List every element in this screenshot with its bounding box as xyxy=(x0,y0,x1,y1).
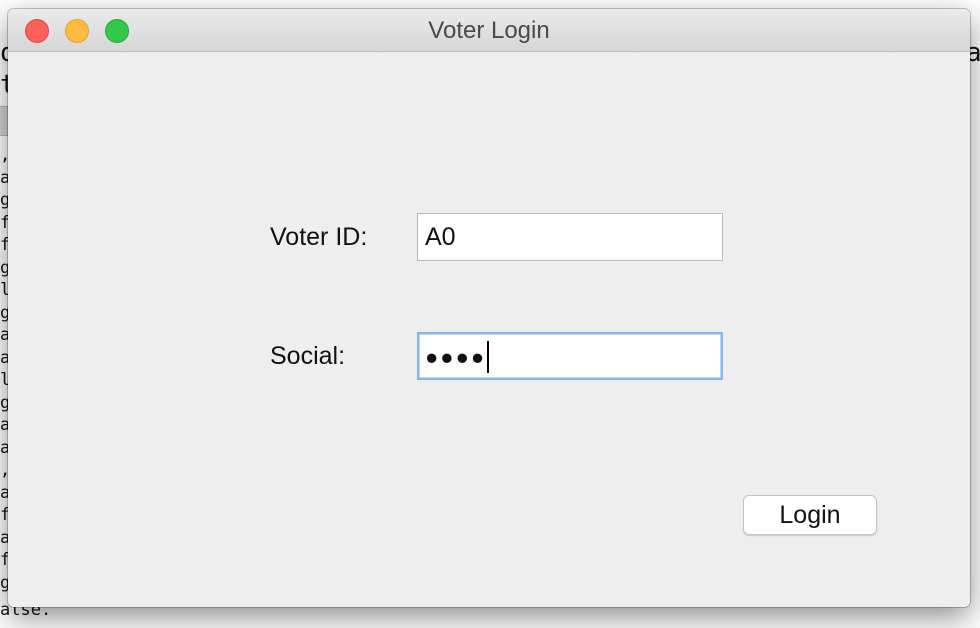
social-password-field[interactable]: ●●●● xyxy=(417,332,723,380)
voter-id-label: Voter ID: xyxy=(270,223,368,251)
voter-id-field[interactable]: A0 xyxy=(417,213,723,261)
social-label: Social: xyxy=(270,342,346,370)
window-title: Voter Login xyxy=(428,17,550,44)
login-button[interactable]: Login xyxy=(743,495,877,535)
voter-login-window: Voter Login Voter ID: A0 Social: ●●●● Lo… xyxy=(8,9,970,607)
text-caret xyxy=(487,341,490,374)
social-masked-value: ●●●● xyxy=(425,344,487,370)
voter-id-value: A0 xyxy=(425,223,456,251)
login-form: Voter ID: A0 Social: ●●●● Login xyxy=(8,52,970,607)
title-bar[interactable]: Voter Login xyxy=(8,9,970,52)
